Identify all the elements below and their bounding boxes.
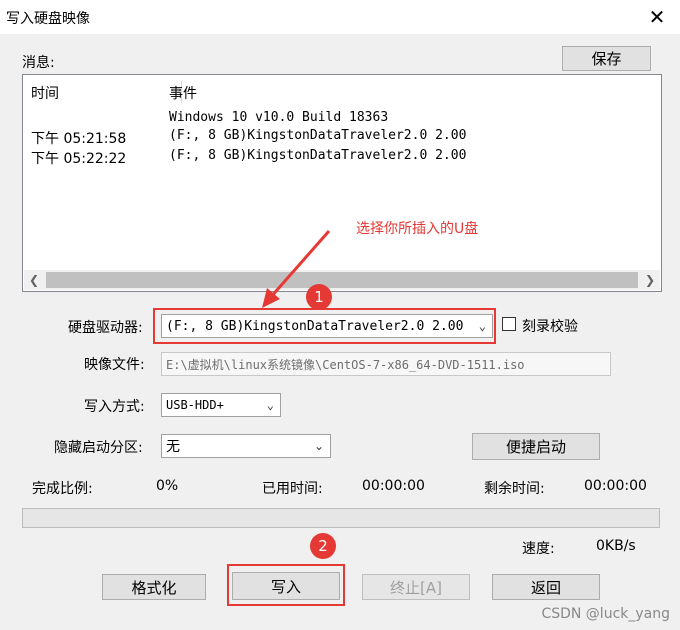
remaining-label: 剩余时间: bbox=[484, 481, 545, 497]
horizontal-scrollbar[interactable]: ❮ ❯ bbox=[24, 270, 660, 290]
column-header-event[interactable]: 事件 bbox=[169, 83, 197, 103]
log-row-event: Windows 10 v10.0 Build 18363 bbox=[169, 110, 389, 125]
back-button[interactable]: 返回 bbox=[492, 574, 600, 600]
hidden-partition-value: 无 bbox=[166, 439, 180, 455]
hidden-partition-label: 隐藏启动分区: bbox=[54, 440, 143, 456]
write-method-label: 写入方式: bbox=[84, 399, 145, 415]
progress-bar bbox=[22, 508, 660, 528]
write-disk-image-dialog: 写入硬盘映像 ✕ 消息: 保存 时间 事件 Windows 10 v10.0 B… bbox=[0, 0, 680, 630]
scroll-left-icon[interactable]: ❮ bbox=[24, 270, 44, 290]
chevron-down-icon: ⌄ bbox=[313, 439, 324, 453]
log-row-time: 下午 05:21:58 bbox=[31, 131, 127, 147]
verify-label: 刻录校验 bbox=[522, 319, 578, 335]
log-row-time: 下午 05:22:22 bbox=[31, 151, 127, 167]
window-title: 写入硬盘映像 bbox=[6, 11, 90, 27]
annotation-highlight-write bbox=[227, 564, 345, 606]
stop-button: 终止[A] bbox=[362, 574, 470, 600]
step-2-badge: 2 bbox=[310, 533, 336, 559]
write-method-select[interactable]: USB-HDD+ ⌄ bbox=[161, 393, 281, 417]
complete-label: 完成比例: bbox=[32, 481, 93, 497]
speed-label: 速度: bbox=[522, 541, 555, 557]
annotation-note: 选择你所插入的U盘 bbox=[356, 221, 479, 237]
close-icon[interactable]: ✕ bbox=[634, 0, 680, 34]
image-file-label: 映像文件: bbox=[84, 357, 145, 373]
step-1-badge: 1 bbox=[306, 284, 332, 310]
messages-label: 消息: bbox=[22, 55, 55, 71]
scroll-right-icon[interactable]: ❯ bbox=[640, 270, 660, 290]
message-log[interactable]: 时间 事件 Windows 10 v10.0 Build 18363 下午 05… bbox=[22, 74, 662, 292]
annotation-highlight-drive bbox=[153, 308, 496, 344]
verify-checkbox[interactable] bbox=[502, 317, 516, 331]
write-method-value: USB-HDD+ bbox=[166, 398, 224, 412]
remaining-value: 00:00:00 bbox=[584, 478, 647, 494]
scrollbar-thumb[interactable] bbox=[46, 272, 638, 288]
watermark: CSDN @luck_yang bbox=[541, 606, 670, 622]
elapsed-value: 00:00:00 bbox=[362, 478, 425, 494]
quick-boot-button[interactable]: 便捷启动 bbox=[472, 433, 600, 460]
column-header-time[interactable]: 时间 bbox=[31, 83, 59, 103]
speed-value: 0KB/s bbox=[596, 538, 636, 554]
complete-value: 0% bbox=[156, 478, 179, 494]
format-button[interactable]: 格式化 bbox=[102, 574, 206, 600]
title-bar: 写入硬盘映像 ✕ bbox=[0, 0, 680, 34]
chevron-down-icon: ⌄ bbox=[266, 398, 274, 412]
save-button[interactable]: 保存 bbox=[562, 46, 651, 71]
log-row-event: (F:, 8 GB)KingstonDataTraveler2.0 2.00 bbox=[169, 128, 467, 143]
log-row-event: (F:, 8 GB)KingstonDataTraveler2.0 2.00 bbox=[169, 148, 467, 163]
elapsed-label: 已用时间: bbox=[262, 481, 323, 497]
image-file-field[interactable]: E:\虚拟机\linux系统镜像\CentOS-7-x86_64-DVD-151… bbox=[161, 352, 611, 376]
drive-label: 硬盘驱动器: bbox=[68, 320, 143, 336]
hidden-partition-select[interactable]: 无 ⌄ bbox=[161, 434, 331, 458]
image-file-value: E:\虚拟机\linux系统镜像\CentOS-7-x86_64-DVD-151… bbox=[166, 357, 525, 372]
